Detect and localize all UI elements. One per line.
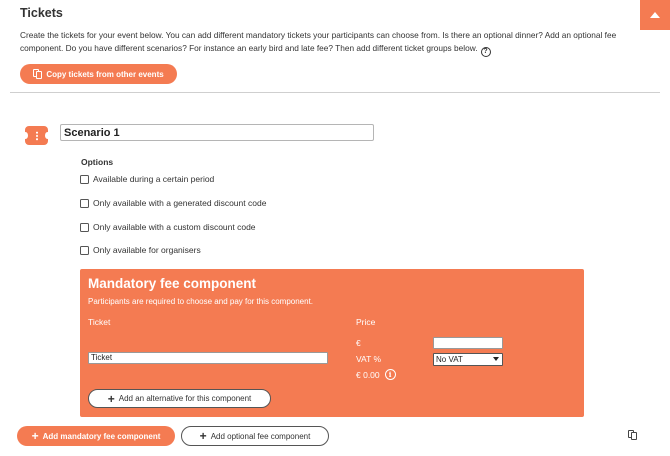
section-title: Tickets bbox=[20, 6, 63, 20]
add-alternative-button[interactable]: + Add an alternative for this component bbox=[88, 389, 271, 408]
plus-icon: + bbox=[107, 391, 115, 406]
info-icon[interactable]: i bbox=[384, 369, 396, 380]
option-checkbox[interactable] bbox=[80, 198, 89, 208]
copy-tickets-button[interactable]: Copy tickets from other events bbox=[20, 64, 177, 84]
option-checkbox[interactable] bbox=[80, 245, 89, 255]
vat-select[interactable]: No VAT bbox=[433, 353, 503, 366]
price-input[interactable] bbox=[433, 337, 503, 349]
plus-icon: + bbox=[31, 429, 39, 443]
ticket-icon[interactable] bbox=[23, 126, 50, 145]
price-total-value: € 0.00 bbox=[356, 369, 380, 380]
option-label: Only available for organisers bbox=[93, 245, 201, 255]
currency-symbol: € bbox=[356, 338, 361, 348]
intro-text: Create the tickets for your event below.… bbox=[20, 29, 630, 57]
option-label: Only available with a custom discount co… bbox=[93, 222, 256, 232]
add-mandatory-fee-button[interactable]: + Add mandatory fee component bbox=[17, 426, 175, 446]
mandatory-fee-panel: Mandatory fee component Participants are… bbox=[80, 269, 584, 417]
copy-icon bbox=[628, 430, 637, 440]
add-alternative-label: Add an alternative for this component bbox=[118, 394, 252, 403]
copy-tickets-label: Copy tickets from other events bbox=[46, 69, 164, 79]
fee-panel-title: Mandatory fee component bbox=[88, 276, 257, 291]
option-custom-discount[interactable]: Only available with a custom discount co… bbox=[80, 222, 256, 232]
add-optional-fee-button[interactable]: + Add optional fee component bbox=[181, 426, 329, 446]
vat-label: VAT % bbox=[356, 354, 382, 364]
option-certain-period[interactable]: Available during a certain period bbox=[80, 174, 214, 184]
option-label: Only available with a generated discount… bbox=[93, 198, 267, 208]
option-organisers-only[interactable]: Only available for organisers bbox=[80, 245, 201, 255]
triangle-up-icon bbox=[650, 12, 660, 18]
scroll-to-top-button[interactable] bbox=[640, 0, 670, 30]
copy-icon bbox=[33, 69, 43, 79]
ticket-column-header: Ticket bbox=[88, 317, 111, 327]
ticket-name-input[interactable]: Ticket bbox=[88, 352, 328, 364]
option-checkbox[interactable] bbox=[80, 222, 89, 232]
option-label: Available during a certain period bbox=[93, 174, 215, 184]
option-checkbox[interactable] bbox=[80, 174, 89, 184]
copy-scenario-button[interactable] bbox=[628, 430, 637, 442]
section-divider bbox=[10, 92, 660, 93]
price-column-header: Price bbox=[356, 317, 376, 327]
add-mandatory-fee-label: Add mandatory fee component bbox=[42, 431, 161, 441]
add-optional-fee-label: Add optional fee component bbox=[210, 431, 311, 441]
options-heading: Options bbox=[81, 157, 114, 167]
question-circle-icon[interactable]: ? bbox=[480, 46, 491, 57]
vat-selected-value: No VAT bbox=[436, 355, 463, 364]
scenario-name-input[interactable] bbox=[60, 124, 374, 141]
option-generated-discount[interactable]: Only available with a generated discount… bbox=[80, 198, 266, 208]
fee-panel-description: Participants are required to choose and … bbox=[88, 297, 314, 306]
plus-icon: + bbox=[199, 429, 207, 443]
price-total: € 0.00 i bbox=[356, 369, 396, 380]
intro-body: Create the tickets for your event below.… bbox=[20, 30, 617, 53]
chevron-down-icon bbox=[493, 357, 499, 361]
